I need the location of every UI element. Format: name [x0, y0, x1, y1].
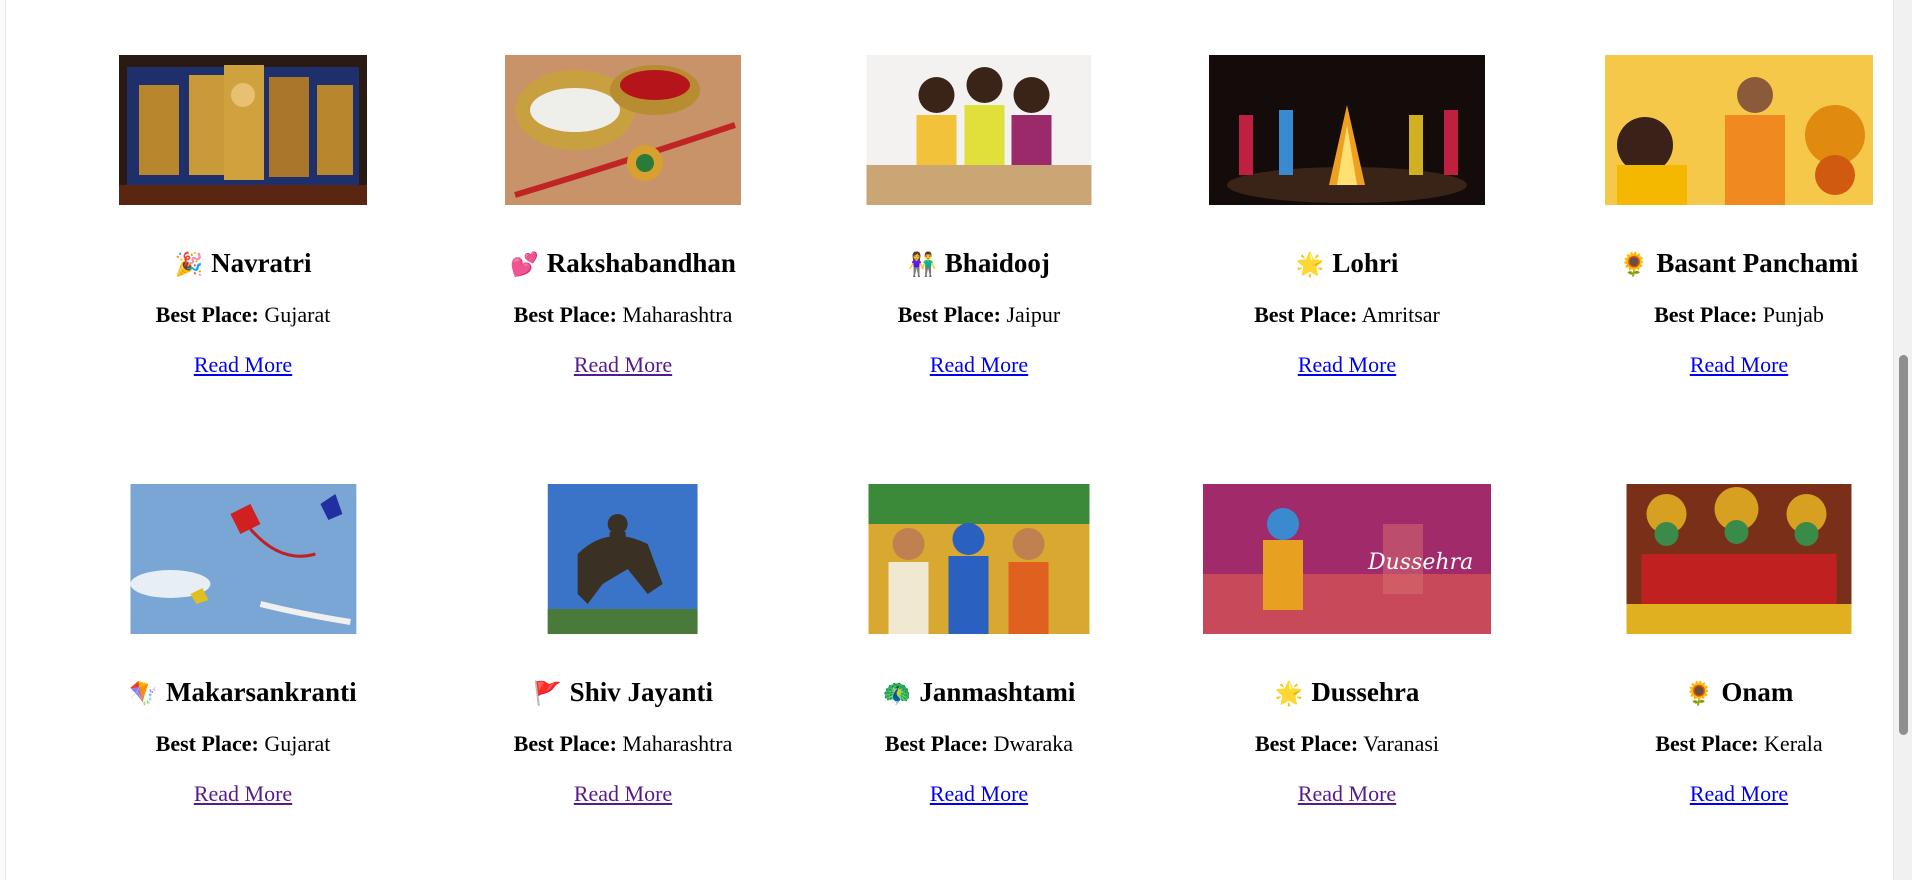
festival-card-basant-panchami: 🌻 Basant Panchami Best Place: Punjab Read…: [1605, 55, 1873, 380]
best-place-label: Best Place:: [1254, 731, 1359, 756]
party-popper-icon: 🎉: [174, 252, 204, 278]
best-place-value: Punjab: [1762, 302, 1824, 327]
festival-title: Rakshabandhan: [546, 248, 736, 278]
navratri-image: [119, 55, 367, 205]
best-place-value: Gujarat: [264, 302, 331, 327]
festival-title: Makarsankranti: [166, 677, 357, 707]
best-place-label: Best Place:: [1655, 731, 1759, 756]
vertical-scrollbar[interactable]: [1893, 0, 1912, 880]
festival-card-navratri: 🎉 Navratri Best Place: Gujarat Read More: [119, 55, 367, 380]
read-more-link[interactable]: Read More: [1690, 779, 1788, 809]
best-place-label: Best Place:: [884, 731, 989, 756]
festival-card-rakshabandhan: 💕 Rakshabandhan Best Place: Maharashtra R…: [505, 55, 741, 380]
peacock-icon: 🦚: [882, 681, 912, 707]
read-more-link[interactable]: Read More: [1298, 350, 1396, 380]
best-place-value: Gujarat: [264, 731, 331, 756]
festival-card-bhaidooj: 👫 Bhaidooj Best Place: Jaipur Read More: [866, 55, 1092, 380]
glowing-star-icon: 🌟: [1295, 252, 1325, 278]
rakshabandhan-image: [505, 55, 741, 205]
makarsankranti-image: [129, 484, 356, 634]
festival-title: Janmashtami: [919, 677, 1076, 707]
shiv-jayanti-image: [548, 484, 698, 634]
read-more-link[interactable]: Read More: [194, 350, 292, 380]
festival-title: Shiv Jayanti: [569, 677, 713, 707]
festival-title: Navratri: [211, 248, 312, 278]
best-place-value: Varanasi: [1363, 731, 1440, 756]
festival-card-dussehra: Dussehra 🌟 Dussehra Best Place: Varanasi …: [1203, 484, 1491, 809]
lohri-image: [1209, 55, 1485, 205]
festival-title: Basant Panchami: [1656, 248, 1859, 278]
festival-card-onam: 🌻 Onam Best Place: Kerala Read More: [1626, 484, 1852, 809]
sunflower-icon: 🌻: [1619, 252, 1649, 278]
festival-card-lohri: 🌟 Lohri Best Place: Amritsar Read More: [1209, 55, 1485, 380]
festival-title: Bhaidooj: [944, 248, 1050, 278]
festival-card-shiv-jayanti: 🚩 Shiv Jayanti Best Place: Maharashtra Re…: [513, 484, 733, 809]
read-more-link[interactable]: Read More: [1690, 350, 1788, 380]
read-more-link[interactable]: Read More: [574, 350, 672, 380]
dussehra-image: Dussehra: [1203, 484, 1491, 634]
best-place-label: Best Place:: [897, 302, 1001, 327]
read-more-link[interactable]: Read More: [1298, 779, 1396, 809]
festival-title: Dussehra: [1311, 677, 1420, 707]
read-more-link[interactable]: Read More: [930, 779, 1028, 809]
janmashtami-image: [868, 484, 1090, 634]
best-place-value: Dwaraka: [993, 731, 1074, 756]
best-place-label: Best Place:: [155, 731, 259, 756]
festival-title: Lohri: [1332, 248, 1399, 278]
sunflower-icon: 🌻: [1684, 681, 1714, 707]
best-place-value: Maharashtra: [622, 302, 733, 327]
read-more-link[interactable]: Read More: [930, 350, 1028, 380]
festival-title: Onam: [1721, 677, 1794, 707]
read-more-link[interactable]: Read More: [194, 779, 292, 809]
festival-card-makarsankranti: 🪁 Makarsankranti Best Place: Gujarat Read…: [129, 484, 357, 809]
best-place-value: Kerala: [1764, 731, 1823, 756]
best-place-value: Amritsar: [1361, 302, 1440, 327]
bhaidooj-image: [866, 55, 1092, 205]
dussehra-banner-text: Dussehra: [1367, 550, 1473, 575]
scrollbar-thumb[interactable]: [1899, 355, 1908, 735]
triangular-flag-icon: 🚩: [533, 681, 562, 707]
basant-panchami-image: [1605, 55, 1873, 205]
best-place-label: Best Place:: [513, 731, 617, 756]
best-place-label: Best Place:: [513, 302, 617, 327]
read-more-link[interactable]: Read More: [574, 779, 672, 809]
kite-icon: 🪁: [129, 681, 159, 707]
siblings-icon: 👫: [908, 252, 937, 278]
best-place-value: Maharashtra: [622, 731, 733, 756]
best-place-value: Jaipur: [1006, 302, 1061, 327]
best-place-label: Best Place:: [155, 302, 259, 327]
best-place-label: Best Place:: [1654, 302, 1758, 327]
best-place-label: Best Place:: [1254, 302, 1358, 327]
two-hearts-icon: 💕: [510, 252, 539, 278]
glowing-star-icon: 🌟: [1274, 681, 1304, 707]
onam-image: [1626, 484, 1852, 634]
festival-card-janmashtami: 🦚 Janmashtami Best Place: Dwaraka Read Mo…: [868, 484, 1090, 809]
page-left-border: [0, 0, 6, 880]
